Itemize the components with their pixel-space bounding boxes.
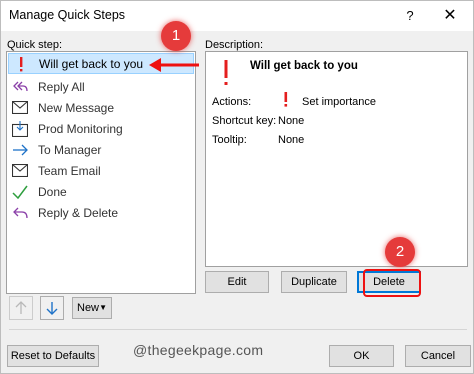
list-item-prod-monitoring[interactable]: Prod Monitoring — [8, 118, 194, 139]
quick-steps-list[interactable]: Will get back to you Reply All New Messa… — [6, 51, 196, 294]
envelope-icon — [12, 100, 28, 116]
list-item-new-message[interactable]: New Message — [8, 97, 194, 118]
list-item-label: To Manager — [38, 142, 102, 157]
shortcut-key-label: Shortcut key: — [212, 115, 277, 127]
description-title: Will get back to you — [250, 60, 358, 72]
close-button[interactable]: ✕ — [437, 5, 463, 27]
duplicate-button[interactable]: Duplicate — [281, 271, 347, 293]
reply-all-icon — [12, 79, 28, 95]
list-item-team-email[interactable]: Team Email — [8, 160, 194, 181]
manage-quick-steps-dialog: Manage Quick Steps ? ✕ Quick step: Descr… — [0, 0, 474, 374]
flag-importance-icon — [13, 56, 29, 72]
tooltip-label: Tooltip: — [212, 134, 247, 146]
checkmark-icon — [12, 184, 28, 200]
cancel-button[interactable]: Cancel — [405, 345, 471, 367]
ok-button[interactable]: OK — [329, 345, 394, 367]
edit-button[interactable]: Edit — [205, 271, 269, 293]
annotation-delete-highlight — [363, 269, 421, 297]
down-arrow-icon — [46, 302, 58, 315]
move-to-folder-icon — [12, 120, 28, 137]
help-button[interactable]: ? — [399, 6, 421, 26]
forward-arrow-icon — [12, 142, 28, 158]
list-item-label: Team Email — [38, 163, 101, 178]
window-title: Manage Quick Steps — [9, 8, 126, 22]
list-item-done[interactable]: Done — [8, 181, 194, 202]
up-arrow-icon — [15, 301, 27, 314]
envelope-icon — [12, 163, 28, 179]
annotation-badge-1: 1 — [161, 21, 191, 51]
list-item-reply-all[interactable]: Reply All — [8, 76, 194, 97]
title-bar: Manage Quick Steps ? ✕ — [1, 1, 473, 31]
annotation-arrow-icon — [149, 58, 199, 72]
tooltip-value: None — [278, 134, 305, 146]
list-item-label: Reply All — [38, 79, 85, 94]
actions-value: Set importance — [302, 96, 376, 108]
reset-to-defaults-button[interactable]: Reset to Defaults — [7, 345, 99, 367]
watermark-text: @thegeekpage.com — [133, 342, 264, 358]
move-up-button[interactable] — [9, 296, 33, 320]
new-button-label: New — [77, 302, 100, 314]
flag-importance-icon — [224, 60, 228, 85]
annotation-badge-2: 2 — [385, 237, 415, 267]
list-item-reply-delete[interactable]: Reply & Delete — [8, 202, 194, 223]
shortcut-key-value: None — [278, 115, 305, 127]
description-label: Description: — [205, 39, 264, 51]
actions-label: Actions: — [212, 96, 252, 108]
list-item-to-manager[interactable]: To Manager — [8, 139, 194, 160]
new-dropdown-button[interactable]: New ▼ — [72, 297, 112, 319]
quick-step-label: Quick step: — [7, 39, 63, 51]
list-item-label: Reply & Delete — [38, 205, 119, 220]
reply-icon — [12, 205, 28, 221]
description-panel: Will get back to you Actions: Set import… — [205, 51, 468, 267]
move-down-button[interactable] — [40, 296, 64, 320]
list-item-label: New Message — [38, 100, 115, 115]
separator — [9, 329, 467, 330]
dropdown-arrow-icon: ▼ — [99, 303, 107, 312]
importance-icon — [284, 92, 288, 107]
list-item-label: Done — [38, 184, 67, 199]
list-item-label: Prod Monitoring — [38, 121, 123, 136]
list-item-label: Will get back to you — [39, 56, 144, 71]
